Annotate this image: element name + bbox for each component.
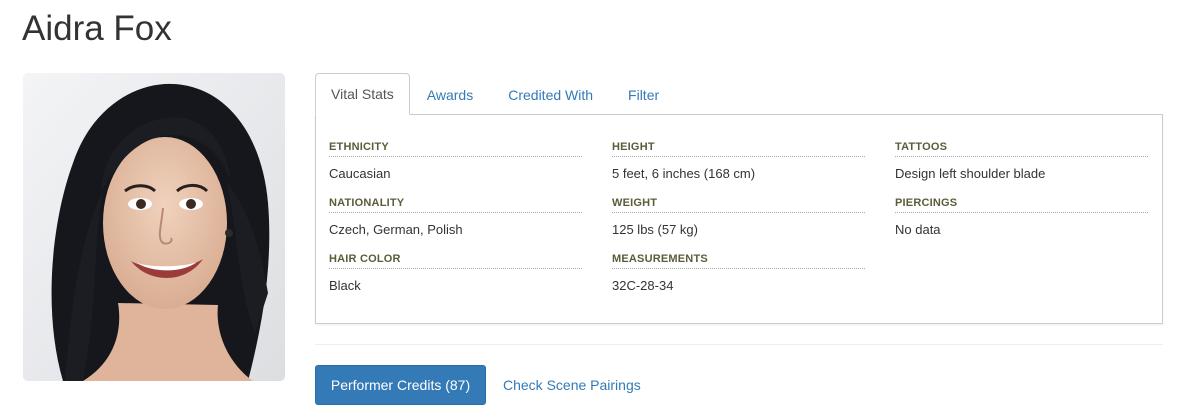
stat-ethnicity: ETHNICITY Caucasian bbox=[329, 141, 582, 182]
stat-value: 5 feet, 6 inches (168 cm) bbox=[612, 166, 756, 181]
stat-label: HAIR COLOR bbox=[329, 253, 582, 269]
stat-value: 32C-28-34 bbox=[612, 278, 674, 293]
vital-stats-panel: ETHNICITY Caucasian NATIONALITY Czech, G… bbox=[315, 114, 1163, 324]
stat-measurements: MEASUREMENTS 32C-28-34 bbox=[612, 253, 865, 294]
page-title: Aidra Fox bbox=[22, 9, 172, 48]
stat-label: MEASUREMENTS bbox=[612, 253, 865, 269]
performer-photo bbox=[23, 73, 285, 381]
stat-value: Black bbox=[329, 278, 361, 293]
tab-credited-with[interactable]: Credited With bbox=[491, 73, 611, 115]
stat-label: HEIGHT bbox=[612, 141, 865, 157]
section-divider bbox=[315, 344, 1163, 345]
stat-label: NATIONALITY bbox=[329, 197, 582, 213]
stat-value: 125 lbs (57 kg) bbox=[612, 222, 698, 237]
stat-label: PIERCINGS bbox=[895, 197, 1148, 213]
stat-tattoos: TATTOOS Design left shoulder blade bbox=[895, 141, 1148, 182]
stat-label: WEIGHT bbox=[612, 197, 865, 213]
stat-weight: WEIGHT 125 lbs (57 kg) bbox=[612, 197, 865, 238]
stat-label: ETHNICITY bbox=[329, 141, 582, 157]
tab-bar: Vital Stats Awards Credited With Filter bbox=[315, 73, 677, 115]
tab-filter[interactable]: Filter bbox=[611, 73, 677, 115]
tab-awards[interactable]: Awards bbox=[410, 73, 491, 115]
performer-credits-button[interactable]: Performer Credits (87) bbox=[315, 365, 486, 405]
stat-value: Design left shoulder blade bbox=[895, 166, 1046, 181]
stat-piercings: PIERCINGS No data bbox=[895, 197, 1148, 238]
stat-value: Caucasian bbox=[329, 166, 391, 181]
stat-nationality: NATIONALITY Czech, German, Polish bbox=[329, 197, 582, 238]
stat-label: TATTOOS bbox=[895, 141, 1148, 157]
tab-vital-stats[interactable]: Vital Stats bbox=[315, 73, 410, 115]
check-scene-pairings-link[interactable]: Check Scene Pairings bbox=[503, 365, 641, 405]
stat-value: Czech, German, Polish bbox=[329, 222, 463, 237]
stat-value: No data bbox=[895, 222, 941, 237]
stat-height: HEIGHT 5 feet, 6 inches (168 cm) bbox=[612, 141, 865, 182]
stat-hair-color: HAIR COLOR Black bbox=[329, 253, 582, 294]
